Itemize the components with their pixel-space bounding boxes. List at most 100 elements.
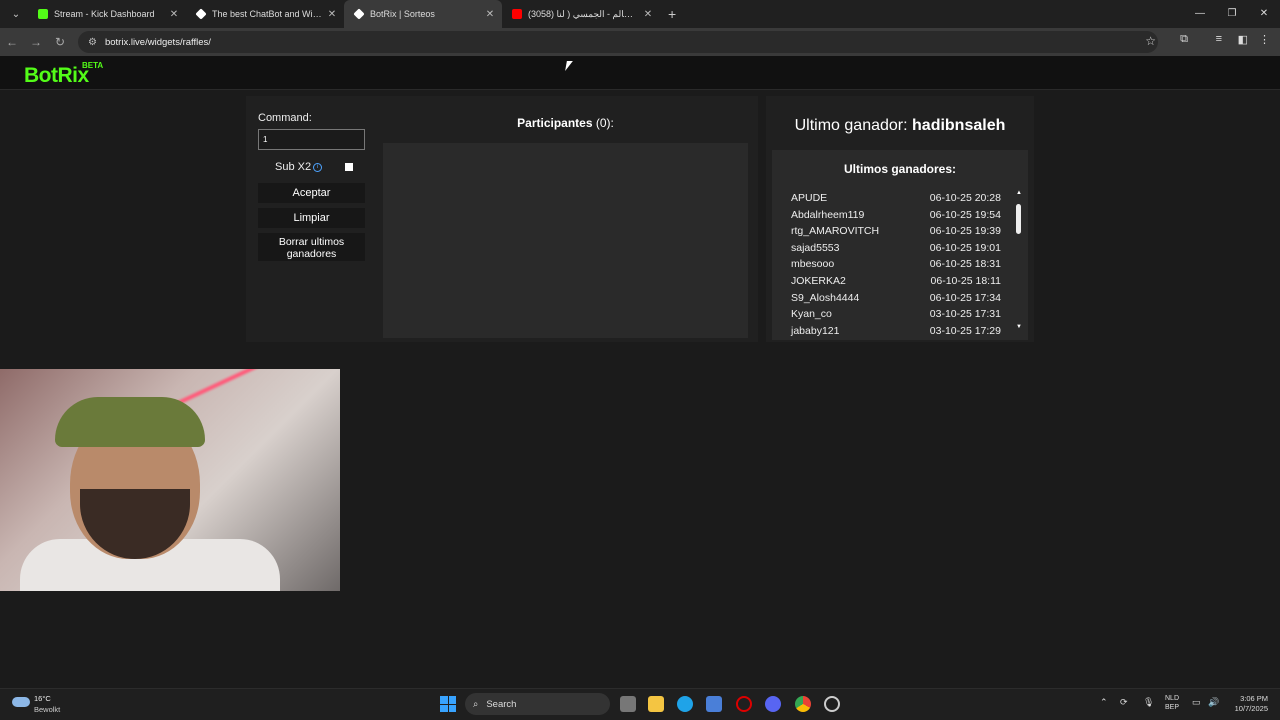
winner-row: Abdalrheem119 06-10-25 19:54 — [791, 209, 1001, 226]
edge-icon[interactable] — [677, 696, 693, 712]
youtube-favicon-icon — [512, 9, 522, 19]
scrollbar-thumb[interactable] — [1016, 204, 1021, 234]
kick-favicon-icon — [38, 9, 48, 19]
weather-temperature: 16°C — [34, 694, 51, 703]
tab-search-icon[interactable]: ⌄ — [4, 4, 28, 24]
address-bar[interactable]: ⚙ botrix.live/widgets/raffles/ — [78, 31, 1158, 53]
extensions-icon[interactable]: ⧉ — [1180, 33, 1188, 46]
botrix-favicon-icon — [353, 8, 365, 20]
winner-row: JOKERKA2 06-10-25 18:11 — [791, 275, 1001, 292]
microphone-icon[interactable]: 🎙 — [1143, 697, 1154, 708]
close-window-icon[interactable]: ✕ — [1248, 0, 1280, 28]
info-icon[interactable]: i — [313, 163, 322, 172]
tab-title: BotRix | Sorteos — [370, 9, 435, 19]
tray-overflow-icon[interactable]: ⌃ — [1100, 697, 1108, 708]
command-label: Command: — [258, 112, 312, 124]
winner-time: 03-10-25 17:29 — [929, 324, 1001, 337]
winner-time: 06-10-25 18:11 — [930, 274, 1001, 287]
volume-icon[interactable]: 🔊 — [1208, 697, 1219, 708]
close-tab-icon[interactable]: ✕ — [166, 9, 182, 20]
file-explorer-icon[interactable] — [648, 696, 664, 712]
bookmark-star-icon[interactable]: ☆ — [1145, 34, 1156, 48]
webcam-overlay — [0, 369, 340, 591]
browser-tab-strip: ⌄ Stream - Kick Dashboard ✕ The best Cha… — [0, 0, 1280, 28]
sync-icon[interactable]: ⟳ — [1120, 697, 1128, 708]
winner-row: jababy121 03-10-25 17:29 — [791, 325, 1001, 340]
site-header — [0, 56, 1280, 90]
clock-date: 10/7/2025 — [1234, 704, 1268, 713]
keyboard-layout: BEP — [1165, 704, 1180, 711]
language-code: NLD — [1165, 695, 1180, 702]
winners-list-title: Ultimos ganadores: — [843, 162, 957, 176]
sub-x2-checkbox[interactable] — [345, 163, 353, 171]
botrix-logo[interactable]: BotRix — [24, 64, 89, 88]
accept-button[interactable]: Aceptar — [258, 183, 365, 203]
beta-badge: BETA — [82, 61, 104, 70]
winner-row: APUDE 06-10-25 20:28 — [791, 192, 1001, 209]
weather-condition: Bewolkt — [34, 705, 61, 714]
window-controls: — ❐ ✕ — [1184, 0, 1280, 28]
winner-time: 06-10-25 17:34 — [929, 291, 1001, 304]
streamer-cap — [55, 397, 205, 447]
reload-icon[interactable]: ↻ — [48, 35, 72, 49]
profile-icon[interactable]: ◧ — [1238, 33, 1248, 46]
minimize-icon[interactable]: — — [1184, 0, 1216, 28]
last-winner-name: hadibnsaleh — [912, 117, 1006, 134]
cloud-icon[interactable] — [12, 697, 30, 707]
network-icon[interactable]: ▭ — [1192, 697, 1201, 708]
tab-botrix-sorteos[interactable]: BotRix | Sorteos ✕ — [344, 0, 502, 28]
obs-icon[interactable] — [824, 696, 840, 712]
winners-list: APUDE 06-10-25 20:28 Abdalrheem119 06-10-25… — [791, 192, 1001, 340]
last-winner-heading: Ultimo ganador: hadibnsaleh — [766, 117, 1034, 135]
participants-title: Participantes (0): — [383, 116, 748, 130]
winner-name: Kyan_co — [791, 308, 832, 321]
forward-icon[interactable]: → — [24, 35, 48, 49]
restore-icon[interactable]: ❐ — [1216, 0, 1248, 28]
winner-row: sajad5553 06-10-25 19:01 — [791, 242, 1001, 259]
store-icon[interactable] — [706, 696, 722, 712]
winner-name: sajad5553 — [791, 241, 840, 254]
winner-name: jababy121 — [791, 324, 840, 337]
clock-time: 3:06 PM — [1240, 694, 1268, 703]
participants-label: Participantes — [517, 116, 593, 130]
clear-button[interactable]: Limpiar — [258, 208, 365, 228]
media-control-icon[interactable]: ≡ — [1216, 33, 1222, 45]
tab-botrix-home[interactable]: The best ChatBot and Widgets ✕ — [186, 0, 344, 28]
participants-count: (0): — [595, 116, 614, 130]
close-tab-icon[interactable]: ✕ — [324, 9, 340, 20]
tab-youtube[interactable]: سليم سالم - الجمسي ( لنا (3058) ✕ — [502, 0, 660, 28]
task-view-icon[interactable] — [620, 696, 636, 712]
site-info-icon[interactable]: ⚙ — [88, 37, 97, 48]
taskbar-search[interactable]: ⌕ Search — [465, 693, 610, 715]
menu-icon[interactable]: ⋮ — [1259, 33, 1270, 46]
language-indicator[interactable]: NLD BEP — [1165, 694, 1179, 712]
winner-name: rtg_AMAROVITCH — [791, 225, 880, 238]
clear-winners-button[interactable]: Borrar ultimos ganadores — [258, 233, 365, 261]
winners-list-box[interactable]: Ultimos ganadores: APUDE 06-10-25 20:28 Ab… — [772, 150, 1028, 340]
chrome-icon[interactable] — [795, 696, 811, 712]
winner-name: mbesooo — [791, 258, 835, 271]
tab-kick-dashboard[interactable]: Stream - Kick Dashboard ✕ — [28, 0, 186, 28]
new-tab-icon[interactable]: + — [668, 6, 676, 22]
windows-taskbar — [0, 688, 1280, 720]
winner-row: rtg_AMAROVITCH 06-10-25 19:39 — [791, 225, 1001, 242]
windows-start-icon[interactable] — [440, 696, 456, 712]
url-text: botrix.live/widgets/raffles/ — [104, 36, 211, 48]
winner-name: S9_Alosh4444 — [791, 291, 860, 304]
command-input[interactable] — [258, 129, 365, 150]
close-tab-icon[interactable]: ✕ — [640, 9, 656, 20]
tab-title: The best ChatBot and Widgets — [212, 9, 324, 19]
opera-icon[interactable] — [736, 696, 752, 712]
back-icon[interactable]: ← — [0, 35, 24, 49]
close-tab-icon[interactable]: ✕ — [482, 9, 498, 20]
taskbar-clock[interactable]: 3:06 PM 10/7/2025 — [1224, 694, 1268, 714]
tab-title: سليم سالم - الجمسي ( لنا (3058) — [528, 8, 640, 19]
sub-x2-label: Sub X2 — [275, 161, 312, 173]
winner-time: 06-10-25 19:01 — [929, 241, 1001, 254]
discord-icon[interactable] — [765, 696, 781, 712]
participants-list[interactable] — [383, 143, 748, 338]
winner-row: mbesooo 06-10-25 18:31 — [791, 258, 1001, 275]
winner-time: 06-10-25 20:28 — [929, 192, 1001, 204]
winner-name: Abdalrheem119 — [791, 208, 865, 221]
search-icon: ⌕ — [473, 698, 479, 710]
